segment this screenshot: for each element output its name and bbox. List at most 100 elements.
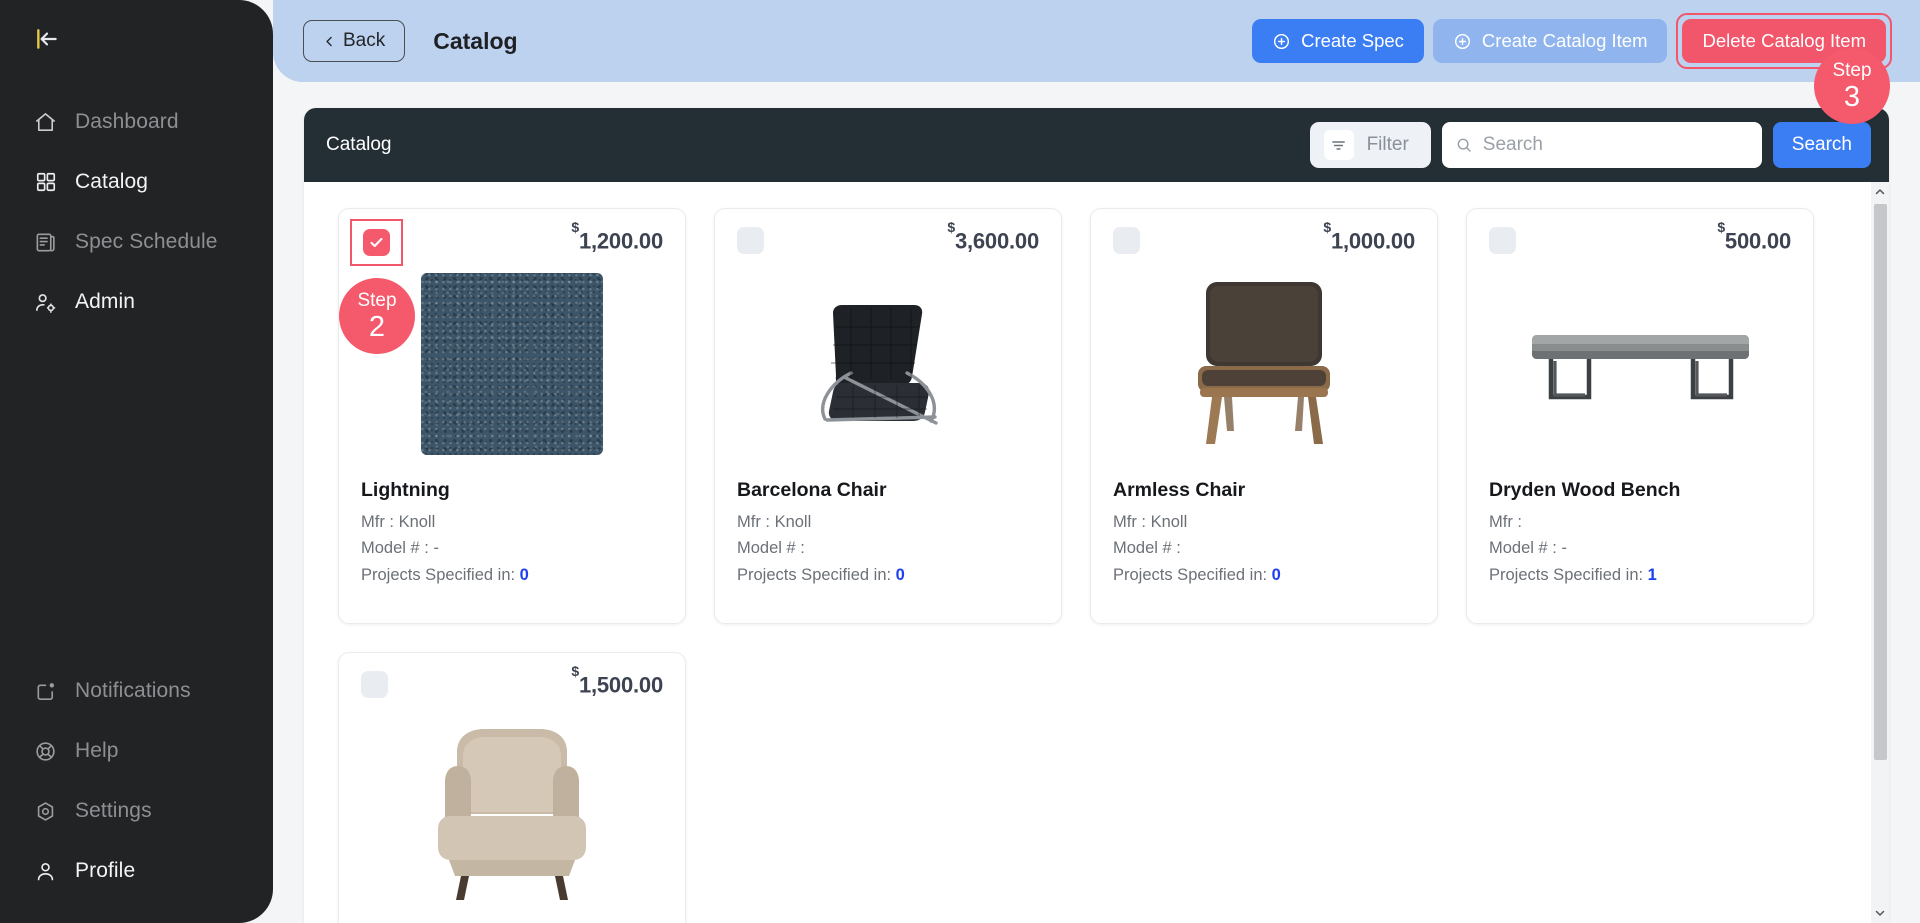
catalog-card[interactable]: $500.00 Dryden Wood Bench Mfr: Model # …	[1466, 208, 1814, 624]
sidebar: Dashboard Catalog Spec Schedule Admin No…	[0, 0, 273, 923]
sidebar-item-label: Notifications	[75, 679, 191, 702]
card-title: Barcelona Chair	[737, 479, 887, 501]
filter-button-label: Filter	[1366, 134, 1409, 155]
sidebar-item-label: Admin	[75, 290, 136, 313]
catalog-card[interactable]: $1,500.00	[338, 652, 686, 923]
sidebar-item-label: Spec Schedule	[75, 230, 218, 253]
card-price: $1,200.00	[571, 219, 663, 254]
card-price: $500.00	[1717, 219, 1791, 254]
projects-count: 0	[519, 565, 529, 584]
wood-bench-grey-image	[1531, 335, 1749, 400]
sidebar-item-spec-schedule[interactable]: Spec Schedule	[0, 212, 273, 272]
card-model-number: Model # :	[737, 539, 805, 558]
projects-label: Projects Specified in:	[737, 565, 892, 584]
back-button[interactable]: Back	[303, 20, 406, 62]
sidebar-item-label: Dashboard	[75, 110, 179, 133]
price-value: 1,000.00	[1330, 228, 1415, 254]
create-spec-button[interactable]: Create Spec	[1252, 19, 1424, 63]
search-input[interactable]	[1482, 134, 1749, 156]
card-body: Armless Chair Mfr : Knoll Model # : Proj…	[1113, 479, 1415, 592]
search-icon	[1457, 138, 1471, 152]
projects-label: Projects Specified in:	[361, 565, 516, 584]
card-image	[1113, 271, 1415, 457]
filter-icon	[1323, 130, 1354, 160]
catalog-scrollbar[interactable]	[1871, 182, 1889, 923]
catalog-grid: $1,200.00 Lightning Mfr : Knoll Model # …	[304, 182, 1889, 923]
sidebar-item-admin[interactable]: Admin	[0, 272, 273, 332]
card-select-checkbox[interactable]	[361, 671, 388, 698]
scroll-up-button[interactable]	[1871, 182, 1889, 202]
card-price: $1,500.00	[571, 663, 663, 698]
catalog-panel-tools: Filter Search	[1309, 122, 1871, 168]
card-title: Lightning	[361, 479, 450, 501]
lifebuoy-icon	[33, 739, 58, 764]
top-toolbar: Back Catalog Create Spec Create Catalog …	[273, 0, 1920, 82]
sidebar-item-profile[interactable]: Profile	[0, 841, 273, 901]
plus-circle-icon	[1454, 33, 1470, 49]
checkbox-highlight	[350, 219, 403, 266]
beige-armchair-image	[438, 728, 586, 900]
card-select-checkbox[interactable]	[363, 229, 390, 256]
card-top-row: $1,200.00	[350, 219, 663, 266]
delete-button-highlight: Delete Catalog Item	[1676, 13, 1892, 69]
home-icon	[33, 110, 58, 135]
card-body: Barcelona Chair Mfr : Knoll Model # : Pr…	[737, 479, 1039, 592]
create-spec-label: Create Spec	[1301, 30, 1404, 51]
projects-count: 0	[895, 565, 905, 584]
plus-circle-icon	[1274, 33, 1290, 49]
list-document-icon	[33, 230, 58, 255]
sidebar-item-help[interactable]: Help	[0, 721, 273, 781]
sidebar-item-label: Help	[75, 739, 119, 762]
card-projects-specified: Projects Specified in: 1	[1489, 566, 1791, 585]
card-select-checkbox[interactable]	[1113, 227, 1140, 254]
card-top-row: $1,000.00	[1113, 219, 1415, 265]
card-image	[361, 715, 663, 901]
sidebar-item-settings[interactable]: Settings	[0, 781, 273, 841]
card-top-row: $1,500.00	[361, 663, 663, 709]
delete-catalog-item-button[interactable]: Delete Catalog Item	[1682, 19, 1886, 63]
sidebar-item-catalog[interactable]: Catalog	[0, 152, 273, 212]
filter-button[interactable]: Filter	[1309, 122, 1431, 168]
card-model-number: Model # :	[1113, 539, 1181, 558]
card-model-number: Model # : -	[1489, 539, 1567, 558]
chevron-left-icon	[326, 36, 332, 46]
scrollbar-thumb[interactable]	[1873, 204, 1887, 760]
catalog-panel-header: Catalog Filter Search Search	[304, 108, 1889, 182]
card-projects-specified: Projects Specified in: 0	[1113, 566, 1415, 585]
projects-label: Projects Specified in:	[1489, 565, 1644, 584]
search-button[interactable]: Search	[1772, 122, 1871, 168]
card-image	[1489, 271, 1791, 457]
catalog-card[interactable]: $1,200.00 Lightning Mfr : Knoll Model # …	[338, 208, 686, 624]
scroll-down-button[interactable]	[1871, 903, 1889, 923]
card-image	[737, 271, 1039, 457]
sidebar-item-notifications[interactable]: Notifications	[0, 661, 273, 721]
card-manufacturer: Mfr : Knoll	[737, 513, 812, 531]
projects-count: 1	[1647, 565, 1657, 584]
grid-icon	[33, 170, 58, 195]
sidebar-item-label: Catalog	[75, 170, 149, 193]
create-catalog-item-button[interactable]: Create Catalog Item	[1432, 19, 1668, 63]
notification-bell-icon	[33, 679, 58, 704]
card-select-checkbox[interactable]	[1489, 227, 1516, 254]
card-projects-specified: Projects Specified in: 0	[737, 566, 1039, 585]
collapse-panel-icon	[37, 29, 57, 49]
top-action-buttons: Create Spec Create Catalog Item Delete C…	[1252, 13, 1892, 69]
page-title: Catalog	[433, 27, 518, 54]
collapse-sidebar-button[interactable]	[30, 22, 64, 56]
card-top-row: $3,600.00	[737, 219, 1039, 265]
sidebar-primary-nav: Dashboard Catalog Spec Schedule Admin	[0, 92, 273, 332]
catalog-card[interactable]: $1,000.00 Armless Chair Mfr: Knoll Mode…	[1090, 208, 1438, 624]
fabric-swatch-blue-image	[421, 273, 603, 455]
price-value: 1,500.00	[578, 672, 663, 698]
card-manufacturer: Mfr : Knoll	[1113, 513, 1188, 531]
main-content: Back Catalog Create Spec Create Catalog …	[273, 0, 1920, 923]
sidebar-item-dashboard[interactable]: Dashboard	[0, 92, 273, 152]
catalog-card[interactable]: $3,600.00 Barcelona Chair Mfr: Knoll Mo…	[714, 208, 1062, 624]
back-button-label: Back	[343, 30, 386, 51]
projects-count: 0	[1271, 565, 1281, 584]
delete-catalog-item-label: Delete Catalog Item	[1702, 30, 1866, 51]
card-select-checkbox[interactable]	[737, 227, 764, 254]
catalog-panel: Catalog Filter Search Search $1,200.00 L…	[304, 108, 1889, 923]
card-projects-specified: Projects Specified in: 0	[361, 566, 663, 585]
card-model-number: Model # : -	[361, 539, 439, 558]
